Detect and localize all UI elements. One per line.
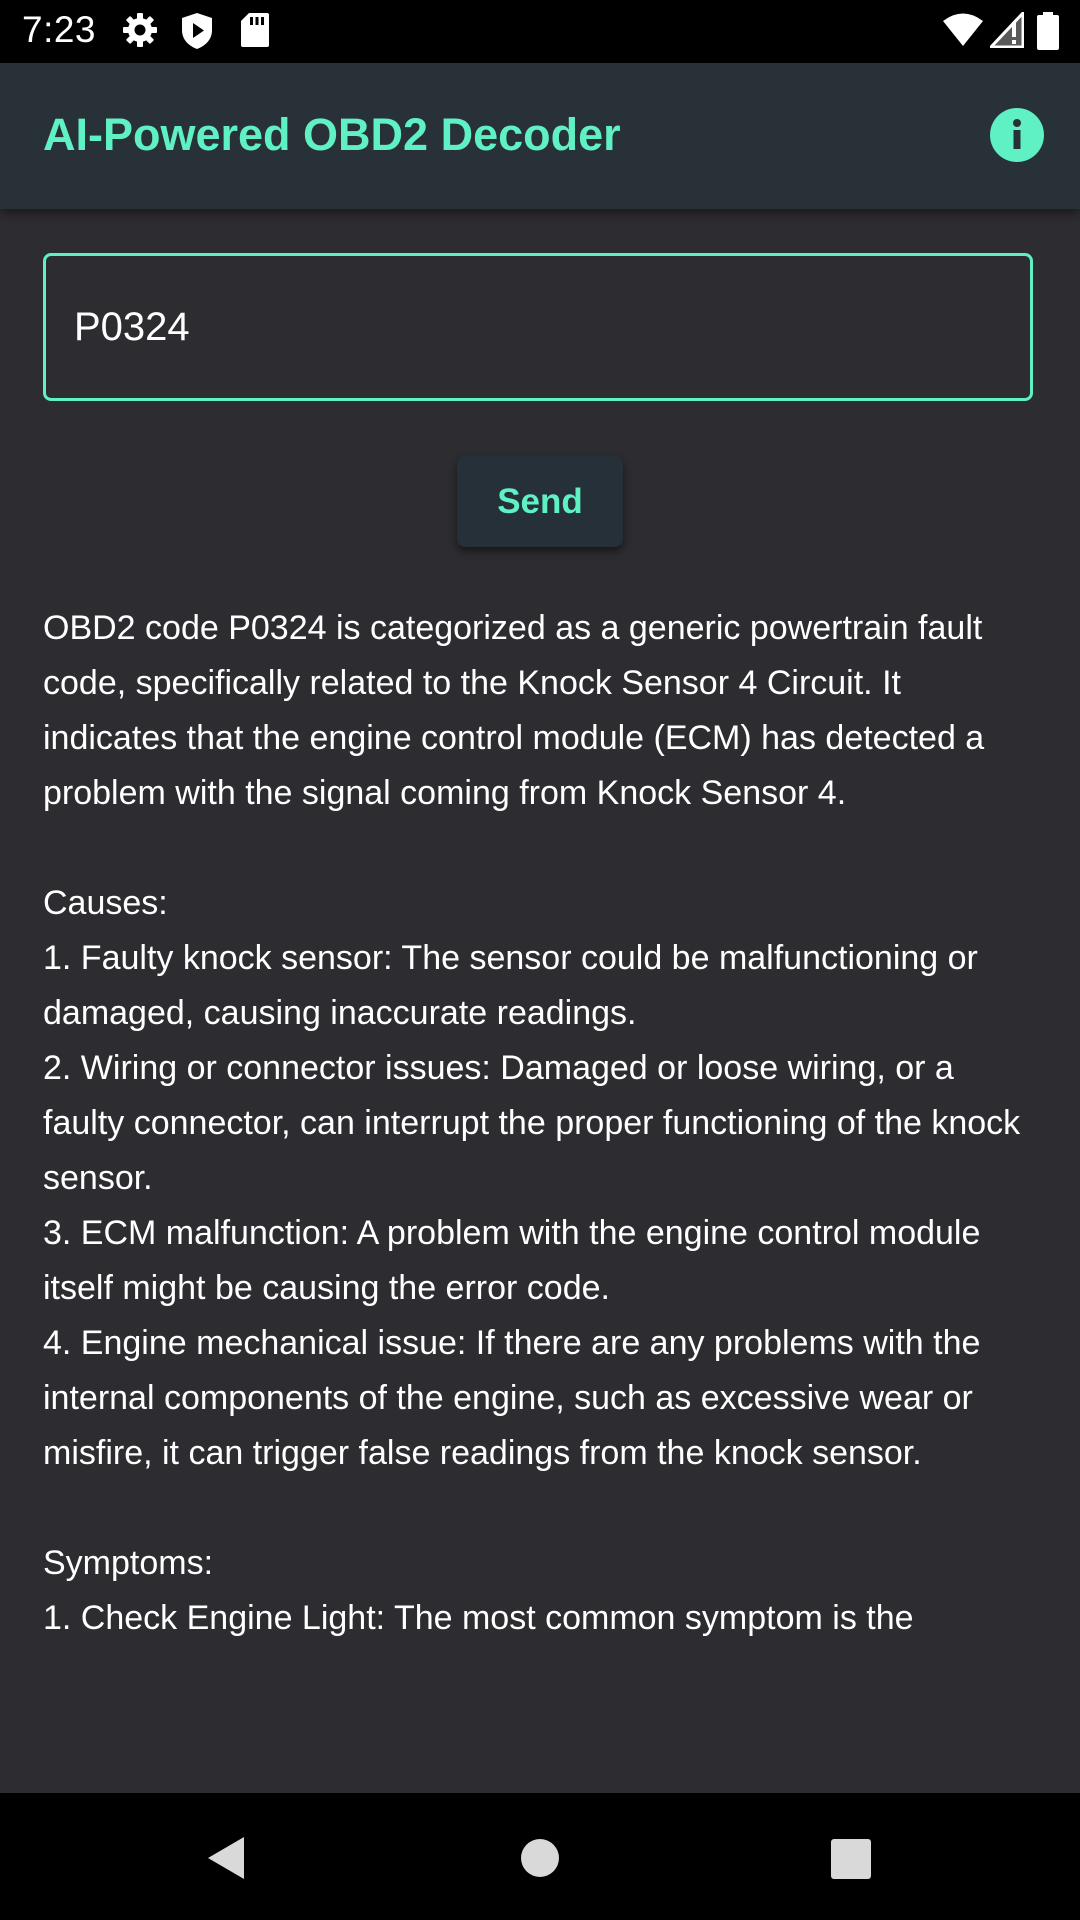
sd-card-icon [240,12,270,53]
response-text: OBD2 code P0324 is categorized as a gene… [43,609,1021,1637]
app-bar: AI-Powered OBD2 Decoder [0,63,1080,209]
recents-icon[interactable] [831,1839,871,1884]
navigation-bar [0,1793,1080,1920]
wifi-icon [942,12,984,53]
send-button[interactable]: Send [457,456,623,547]
status-bar: 7:23 [0,0,1080,63]
info-icon[interactable] [990,108,1044,162]
app-title: AI-Powered OBD2 Decoder [43,109,621,160]
play-protect-icon [180,12,214,55]
obd-code-input[interactable] [43,253,1033,401]
status-time: 7:23 [22,9,97,50]
home-icon[interactable] [521,1839,559,1882]
back-icon[interactable] [206,1836,246,1885]
battery-icon [1037,12,1059,55]
settings-icon [122,12,158,53]
signal-icon [987,9,1025,53]
